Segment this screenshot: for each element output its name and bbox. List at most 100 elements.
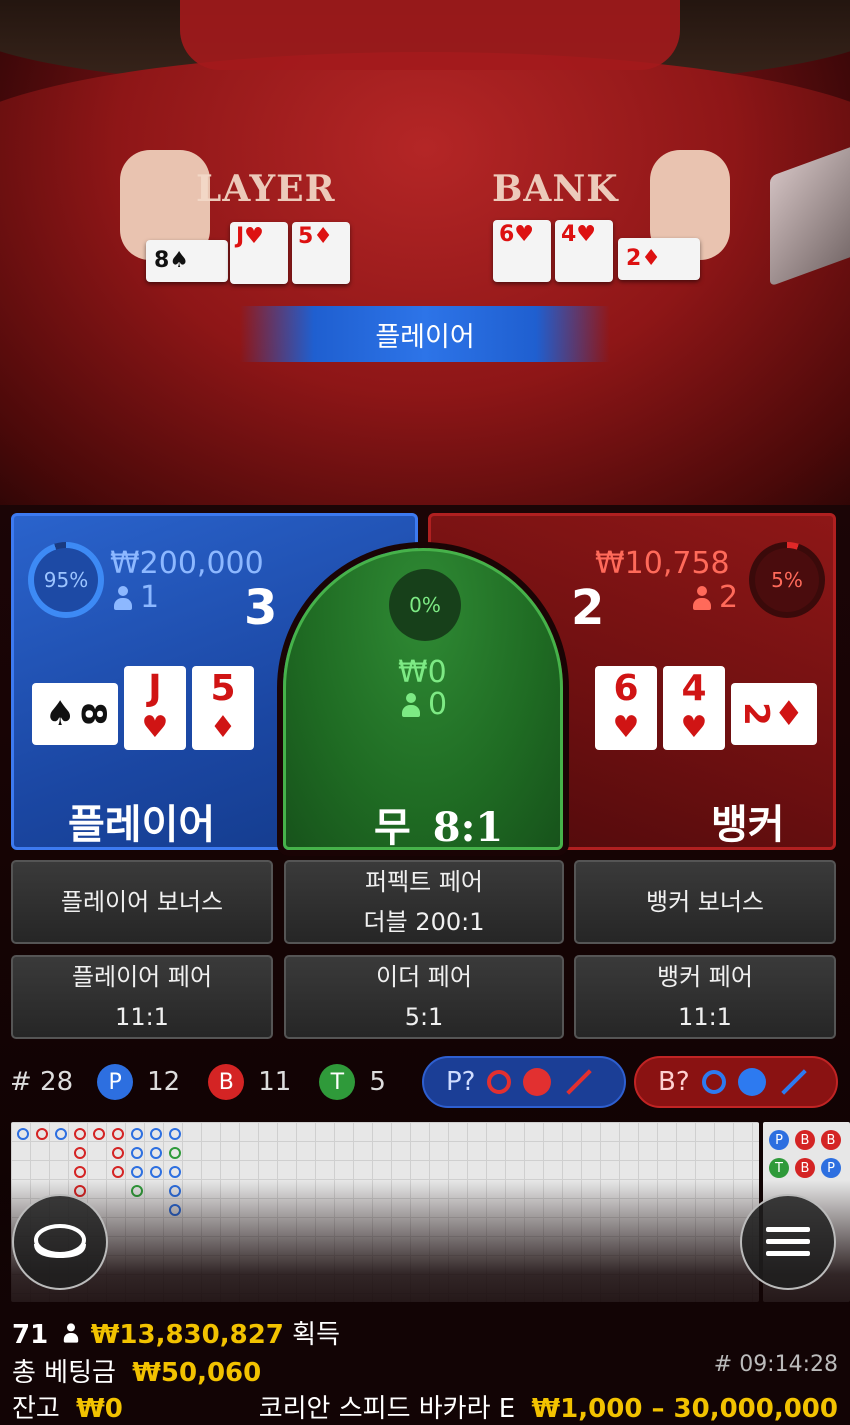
banker-card-2-rank: 4 xyxy=(681,668,707,709)
balance-label: 잔고 xyxy=(12,1394,60,1424)
player-bettors-count: 1 xyxy=(140,580,160,615)
video-card-player-j: J♥ xyxy=(230,222,288,284)
road-mark xyxy=(169,1166,181,1178)
player-card-1: ♠ 8 xyxy=(32,683,118,745)
chip-button[interactable] xyxy=(12,1194,108,1290)
banker-pair-payout: 11:1 xyxy=(678,1003,732,1031)
road-mark xyxy=(55,1128,67,1140)
predict-banker-label: B? xyxy=(658,1067,690,1097)
video-card-player-8: 8♠ xyxy=(146,240,228,282)
video-card-banker-2: 2♦ xyxy=(618,238,700,280)
road-mark xyxy=(131,1147,143,1159)
live-video: LAYER BANK 8♠ J♥ 5♦ 6♥ 4♥ 2♦ 플레이어 xyxy=(0,0,850,505)
clock: # 09:14:28 xyxy=(713,1352,838,1377)
total-bet-amount: ₩50,060 xyxy=(132,1358,262,1388)
player-bettors: 1 xyxy=(114,580,159,615)
predict-player-label: P? xyxy=(446,1067,476,1097)
table-banker-label: BANK xyxy=(492,168,619,210)
hamburger-menu-icon xyxy=(766,1227,810,1256)
player-percent-ring: 95% xyxy=(28,542,104,618)
dealer xyxy=(180,0,680,70)
banker-bonus-label: 뱅커 보너스 xyxy=(645,888,765,916)
banker-card-2: 4 ♥ xyxy=(663,666,725,750)
banker-pair-button[interactable]: 뱅커 페어 11:1 xyxy=(574,955,836,1039)
road-mark xyxy=(74,1166,86,1178)
diamond-suit-icon: ♦ xyxy=(773,694,805,734)
small-road-blue-icon xyxy=(737,1068,766,1096)
perfect-pair-label: 퍼펙트 페어 xyxy=(364,868,484,896)
tie-bet-spot[interactable]: 0% ₩0 0 무 8:1 xyxy=(283,548,563,853)
banker-win-count: 11 xyxy=(258,1067,292,1097)
tie-label: 무 xyxy=(374,805,411,851)
banker-bonus-button[interactable]: 뱅커 보너스 xyxy=(574,860,836,944)
player-score: 3 xyxy=(244,580,278,636)
predict-player-button[interactable]: P? xyxy=(422,1056,626,1108)
winners-info: 71 ₩13,830,827 획득 xyxy=(12,1314,340,1351)
banker-bet-amount: ₩10,758 xyxy=(595,546,730,581)
either-pair-button[interactable]: 이더 페어 5:1 xyxy=(284,955,564,1039)
road-mark xyxy=(131,1166,143,1178)
bead-b: B xyxy=(795,1130,815,1150)
road-mark xyxy=(36,1128,48,1140)
small-road-red-icon xyxy=(523,1068,552,1096)
heart-suit-icon: ♥ xyxy=(680,710,708,745)
tie-bet-amount: ₩0 xyxy=(398,655,447,690)
big-eye-blue-icon xyxy=(701,1070,726,1094)
player-bonus-button[interactable]: 플레이어 보너스 xyxy=(11,860,273,944)
perfect-pair-button[interactable]: 퍼펙트 페어 더블 200:1 xyxy=(284,860,564,944)
winnings-label: 획득 xyxy=(292,1320,340,1350)
player-win-count: 12 xyxy=(147,1067,181,1097)
road-mark xyxy=(169,1128,181,1140)
banker-card-1-rank: 6 xyxy=(613,668,639,709)
banker-percent: 5% xyxy=(771,568,803,592)
banker-win-badge: B xyxy=(208,1064,245,1100)
baccarat-table xyxy=(0,52,850,505)
player-card-2-rank: J xyxy=(148,668,162,709)
road-mark xyxy=(150,1147,162,1159)
table-info: 코리안 스피드 바카라 E ₩1,000 – 30,000,000 xyxy=(259,1388,838,1425)
cockroach-blue-icon xyxy=(780,1069,807,1095)
tie-win-count: 5 xyxy=(369,1067,386,1097)
banker-bettors-count: 2 xyxy=(719,580,739,615)
person-icon xyxy=(693,585,711,610)
road-mark xyxy=(112,1147,124,1159)
player-percent: 95% xyxy=(43,568,89,592)
shoe-stats: # 28 P 12 B 11 T 5 xyxy=(10,1060,386,1104)
banker-card-3-rank: 2 xyxy=(735,702,776,726)
result-banner: 플레이어 xyxy=(240,306,610,362)
bead-b: B xyxy=(795,1158,815,1178)
big-eye-red-icon xyxy=(487,1070,512,1094)
road-mark xyxy=(150,1128,162,1140)
cockroach-red-icon xyxy=(566,1069,593,1095)
tie-percent: 0% xyxy=(389,569,461,641)
road-mark xyxy=(74,1128,86,1140)
heart-suit-icon: ♥ xyxy=(141,710,169,745)
balance-amount: ₩0 xyxy=(76,1394,123,1424)
person-icon xyxy=(114,585,132,610)
either-pair-payout: 5:1 xyxy=(404,1003,444,1031)
road-mark xyxy=(74,1147,86,1159)
player-pair-label: 플레이어 페어 xyxy=(71,963,213,991)
bead-p: P xyxy=(769,1130,789,1150)
player-pair-button[interactable]: 플레이어 페어 11:1 xyxy=(11,955,273,1039)
bead-b: B xyxy=(821,1130,841,1150)
player-win-badge: P xyxy=(97,1064,134,1100)
round-number: # 28 xyxy=(10,1067,74,1097)
person-icon xyxy=(402,692,420,717)
tie-title: 무 8:1 xyxy=(374,795,503,853)
player-card-1-rank: 8 xyxy=(73,702,114,726)
video-card-player-5: 5♦ xyxy=(292,222,350,284)
person-icon xyxy=(64,1323,79,1343)
banker-title: 뱅커 xyxy=(711,802,785,848)
banker-card-1: 6 ♥ xyxy=(595,666,657,750)
video-card-banker-6: 6♥ xyxy=(493,220,551,282)
tie-win-badge: T xyxy=(319,1064,356,1100)
menu-button[interactable] xyxy=(740,1194,836,1290)
road-mark xyxy=(17,1128,29,1140)
video-card-banker-4: 4♥ xyxy=(555,220,613,282)
player-pair-payout: 11:1 xyxy=(115,1003,169,1031)
winnings-amount: ₩13,830,827 xyxy=(90,1320,284,1350)
predict-banker-button[interactable]: B? xyxy=(634,1056,838,1108)
player-card-3: 5 ♦ xyxy=(192,666,254,750)
road-mark xyxy=(112,1128,124,1140)
